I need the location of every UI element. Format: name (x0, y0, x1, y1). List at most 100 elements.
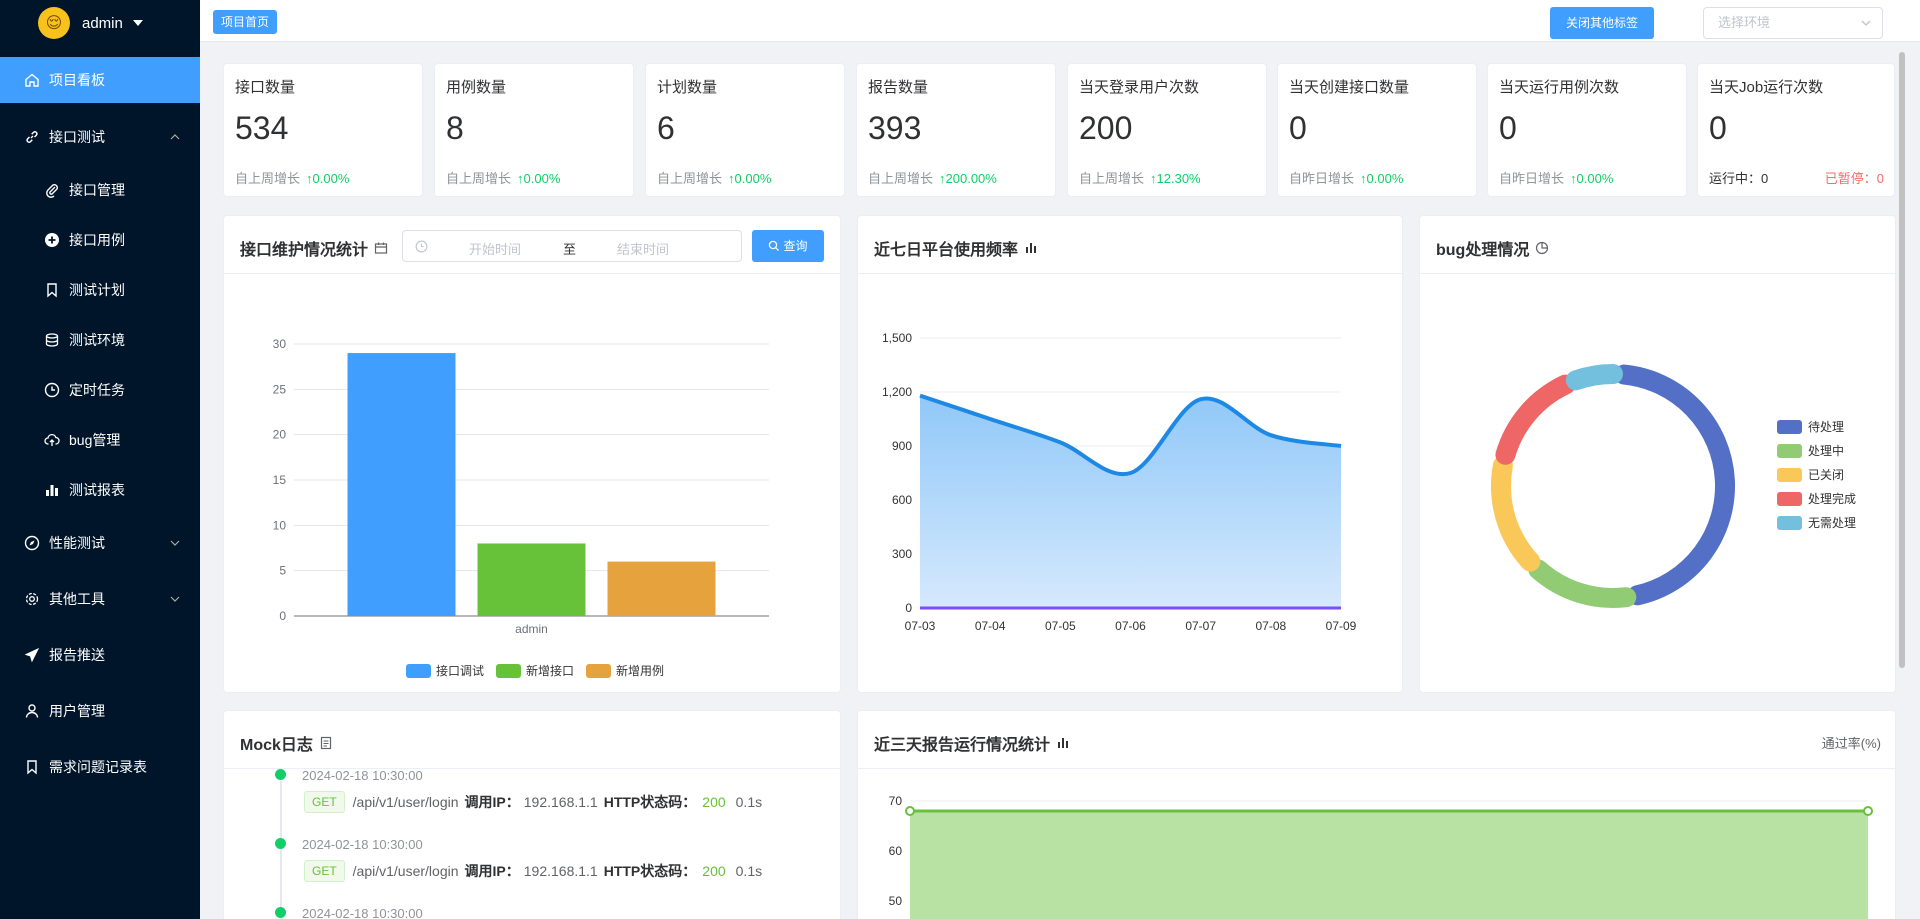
sidebar-item-label: 定时任务 (69, 382, 125, 398)
stat-foot-label: 自上周增长 (235, 171, 301, 186)
legend-label: 新增用例 (616, 663, 664, 678)
stat-foot-label: 自昨日增长 (1289, 171, 1355, 186)
sidebar-item-label: 其他工具 (49, 591, 105, 607)
data-point (1863, 806, 1873, 816)
y-tick-label: 50 (889, 894, 903, 908)
stat-foot: 自昨日增长 ↑0.00% (1289, 168, 1403, 187)
panel-bug-status: bug处理情况 待处理 处理中 已关闭 处理完成 无需处理 (1419, 215, 1896, 693)
stat-rate-value: 200.00% (945, 171, 997, 186)
legend-swatch (406, 664, 431, 678)
settings-icon (24, 591, 40, 607)
sidebar-item-label: bug管理 (69, 432, 121, 448)
data-point (905, 806, 915, 816)
chevron-down-icon (170, 540, 180, 546)
log-time: 2024-02-18 10:30:00 (302, 906, 423, 919)
legend-swatch (496, 664, 521, 678)
user-name: admin (82, 14, 123, 32)
y-tick-label: 1,500 (882, 331, 912, 345)
stat-value: 393 (868, 110, 922, 146)
area-fill (920, 395, 1341, 608)
stat-foot: 自上周增长 ↑0.00% (235, 168, 349, 187)
x-tick-label: 07-08 (1255, 619, 1286, 633)
sidebar-item-label: 用户管理 (49, 703, 105, 719)
page-scrollbar[interactable] (1899, 52, 1905, 668)
sidebar-item-label: 需求问题记录表 (49, 759, 147, 775)
sidebar-item-test-env[interactable]: 测试环境 (0, 318, 200, 362)
log-path: /api/v1/user/login (352, 794, 459, 810)
sidebar-item-user-manage[interactable]: 用户管理 (0, 688, 200, 734)
y-tick-label: 25 (273, 382, 287, 396)
legend-swatch (1777, 444, 1802, 458)
sidebar-item-api-test[interactable]: 接口测试 (0, 114, 200, 160)
y-tick-label: 20 (273, 428, 287, 442)
sidebar-item-api-case[interactable]: 接口用例 (0, 218, 200, 262)
link-icon (24, 129, 40, 145)
stat-rate: ↑200.00% (939, 171, 997, 186)
stat-title: 报告数量 (868, 79, 929, 96)
stat-rate: ↑0.00% (1570, 171, 1614, 186)
log-duration: 0.1s (735, 794, 763, 810)
end-time-input[interactable]: 结束时间 (617, 239, 669, 258)
stat-rate-value: 0.00% (1576, 171, 1614, 186)
chevron-down-icon (170, 596, 180, 602)
interface-bar-chart: 0 5 10 15 20 25 30 admin 接口调试 新增接口 新增用例 (273, 337, 769, 678)
stat-foot: 自上周增长 ↑200.00% (868, 168, 997, 187)
bar-chart-icon (44, 482, 60, 498)
stat-title: 计划数量 (657, 79, 718, 96)
paperclip-icon (44, 182, 60, 198)
sidebar-item-project-board[interactable]: 项目看板 (0, 57, 200, 103)
sidebar-item-label: 接口管理 (69, 182, 125, 198)
clock-icon (415, 240, 428, 253)
sidebar-item-requirement-log[interactable]: 需求问题记录表 (0, 744, 200, 790)
stat-foot: 自上周增长 ↑0.00% (446, 168, 560, 187)
bug-donut-chart: 待处理处理中已关闭处理完成无需处理 (1491, 364, 1856, 608)
date-range-picker[interactable]: 开始时间 至 结束时间 (402, 230, 742, 262)
stat-rate: ↑0.00% (306, 171, 350, 186)
legend-label: 处理中 (1808, 443, 1844, 458)
bookmark-icon (44, 282, 60, 298)
stat-foot: 自昨日增长 ↑0.00% (1499, 168, 1613, 187)
search-icon (769, 240, 780, 251)
tab-project-home[interactable]: 项目首页 (213, 10, 278, 34)
sidebar-item-api-manage[interactable]: 接口管理 (0, 168, 200, 212)
stat-foot-label: 自昨日增长 (1499, 171, 1565, 186)
stat-card-case-runs-today: 当天运行用例次数 0 自昨日增长 ↑0.00% (1487, 63, 1687, 197)
sidebar-item-label: 报告推送 (49, 647, 105, 663)
y-tick-label: 0 (905, 601, 912, 615)
stat-rate-value: 0.00% (312, 171, 350, 186)
legend-label: 待处理 (1808, 420, 1844, 434)
sidebar-item-label: 性能测试 (49, 535, 105, 551)
query-button[interactable]: 查询 (752, 230, 824, 262)
timeline-line (280, 781, 282, 919)
y-tick-label: 600 (892, 493, 912, 507)
panel-report-stats: 近三天报告运行情况统计 通过率(%) 50 60 70 (857, 710, 1896, 919)
sidebar-item-perf-test[interactable]: 性能测试 (0, 520, 200, 566)
user-menu[interactable]: 😌 admin (0, 0, 200, 46)
sidebar-item-report-push[interactable]: 报告推送 (0, 632, 200, 678)
home-icon (24, 72, 40, 88)
close-other-tags-button[interactable]: 关闭其他标签 (1550, 7, 1654, 39)
stat-card-api-created-today: 当天创建接口数量 0 自昨日增长 ↑0.00% (1277, 63, 1477, 197)
y-tick-label: 30 (273, 337, 287, 351)
y-tick-label: 60 (889, 844, 903, 858)
log-ip: 192.168.1.1 (523, 863, 598, 879)
emoji-face-icon: 😌 (38, 7, 70, 39)
legend-swatch (1777, 492, 1802, 506)
env-select[interactable]: 选择环境 (1703, 7, 1883, 39)
stat-value: 534 (235, 110, 289, 146)
sidebar-item-other-tools[interactable]: 其他工具 (0, 576, 200, 622)
sidebar-item-scheduled-task[interactable]: 定时任务 (0, 368, 200, 412)
donut-slice (1614, 364, 1735, 606)
stat-rate-value: 0.00% (1366, 171, 1404, 186)
panel-title: 近七日平台使用频率 (874, 236, 1038, 260)
top-header: 项目首页 关闭其他标签 选择环境 (200, 0, 1920, 42)
sidebar-item-bug-manage[interactable]: bug管理 (0, 418, 200, 462)
stat-title: 当天创建接口数量 (1289, 79, 1410, 96)
stat-value: 0 (1709, 110, 1727, 146)
sidebar-item-test-report[interactable]: 测试报表 (0, 468, 200, 512)
sidebar-item-test-plan[interactable]: 测试计划 (0, 268, 200, 312)
stat-value: 6 (657, 110, 675, 146)
bar-chart-icon (1056, 736, 1070, 750)
usage-area-chart: 0 300 600 900 1,200 1,500 07-03 07-04 07-05 07-06… (882, 331, 1357, 633)
start-time-input[interactable]: 开始时间 (469, 239, 521, 258)
